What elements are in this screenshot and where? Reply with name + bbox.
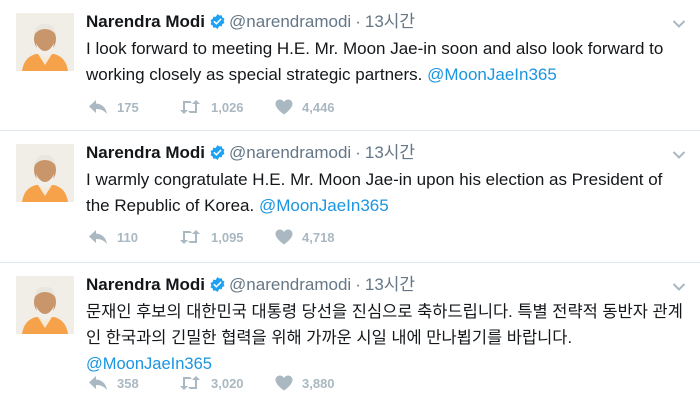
reply-count: 175	[117, 99, 139, 115]
separator-dot: ·	[355, 12, 361, 31]
avatar[interactable]	[16, 13, 74, 71]
separator-dot: ·	[355, 143, 361, 162]
like-count: 4,446	[302, 99, 335, 115]
tweet-text: 문재인 후보의 대한민국 대통령 당선을 진심으로 축하드립니다. 특별 전략적…	[86, 299, 686, 377]
tweet-header: Narendra Modi @narendramodi · 13시간	[86, 11, 415, 36]
reply-button[interactable]: 175	[88, 99, 178, 115]
reply-count: 358	[117, 375, 139, 391]
reply-button[interactable]: 358	[88, 375, 178, 391]
author-name[interactable]: Narendra Modi	[86, 143, 205, 162]
tweet[interactable]: Narendra Modi @narendramodi · 13시간 문재인 후보의 …	[0, 263, 700, 409]
avatar[interactable]	[16, 144, 74, 202]
chevron-down-icon[interactable]	[672, 279, 686, 291]
tweet-timestamp[interactable]: 13시간	[365, 143, 415, 162]
tweet-timestamp[interactable]: 13시간	[365, 12, 415, 31]
tweet-body: I look forward to meeting H.E. Mr. Moon …	[86, 39, 664, 84]
reply-icon	[88, 99, 108, 115]
chevron-down-icon[interactable]	[672, 147, 686, 159]
author-handle[interactable]: @narendramodi	[229, 143, 351, 162]
like-button[interactable]: 4,446	[275, 99, 335, 115]
retweet-icon	[178, 99, 202, 115]
retweet-button[interactable]: 1,026	[178, 99, 275, 115]
retweet-count: 1,026	[211, 99, 244, 115]
tweet-header: Narendra Modi @narendramodi · 13시간	[86, 274, 415, 299]
tweet[interactable]: Narendra Modi @narendramodi · 13시간 I look f…	[0, 0, 700, 131]
heart-icon	[275, 229, 293, 245]
tweet[interactable]: Narendra Modi @narendramodi · 13시간 I warmly…	[0, 131, 700, 263]
verified-badge-icon	[209, 144, 226, 167]
mention-link[interactable]: @MoonJaeIn365	[427, 65, 557, 84]
reply-count: 110	[117, 229, 138, 245]
reply-icon	[88, 375, 108, 391]
author-handle[interactable]: @narendramodi	[229, 275, 351, 294]
heart-icon	[275, 375, 293, 391]
like-button[interactable]: 3,880	[275, 375, 335, 391]
author-name[interactable]: Narendra Modi	[86, 12, 205, 31]
tweet-header: Narendra Modi @narendramodi · 13시간	[86, 142, 415, 167]
retweet-count: 3,020	[211, 375, 244, 391]
retweet-count: 1,095	[211, 229, 244, 245]
like-count: 4,718	[302, 229, 335, 245]
retweet-button[interactable]: 1,095	[178, 229, 275, 245]
verified-badge-icon	[209, 276, 226, 299]
like-count: 3,880	[302, 375, 335, 391]
reply-icon	[88, 229, 108, 245]
tweet-text: I warmly congratulate H.E. Mr. Moon Jae-…	[86, 167, 686, 219]
retweet-button[interactable]: 3,020	[178, 375, 275, 391]
tweet-actions: 110 1,095 4,718	[88, 227, 335, 247]
tweet-body: 문재인 후보의 대한민국 대통령 당선을 진심으로 축하드립니다. 특별 전략적…	[86, 303, 683, 347]
author-name[interactable]: Narendra Modi	[86, 275, 205, 294]
retweet-icon	[178, 375, 202, 391]
tweet-actions: 175 1,026 4,446	[88, 97, 335, 117]
separator-dot: ·	[355, 275, 361, 294]
retweet-icon	[178, 229, 202, 245]
mention-link[interactable]: @MoonJaeIn365	[86, 355, 212, 373]
reply-button[interactable]: 110	[88, 229, 178, 245]
author-handle[interactable]: @narendramodi	[229, 12, 351, 31]
tweet-timestamp[interactable]: 13시간	[365, 275, 415, 294]
like-button[interactable]: 4,718	[275, 229, 335, 245]
verified-badge-icon	[209, 13, 226, 36]
heart-icon	[275, 99, 293, 115]
tweet-actions: 358 3,020 3,880	[88, 373, 335, 393]
avatar[interactable]	[16, 276, 74, 334]
tweet-text: I look forward to meeting H.E. Mr. Moon …	[86, 36, 686, 88]
chevron-down-icon[interactable]	[672, 16, 686, 28]
mention-link[interactable]: @MoonJaeIn365	[259, 196, 389, 215]
